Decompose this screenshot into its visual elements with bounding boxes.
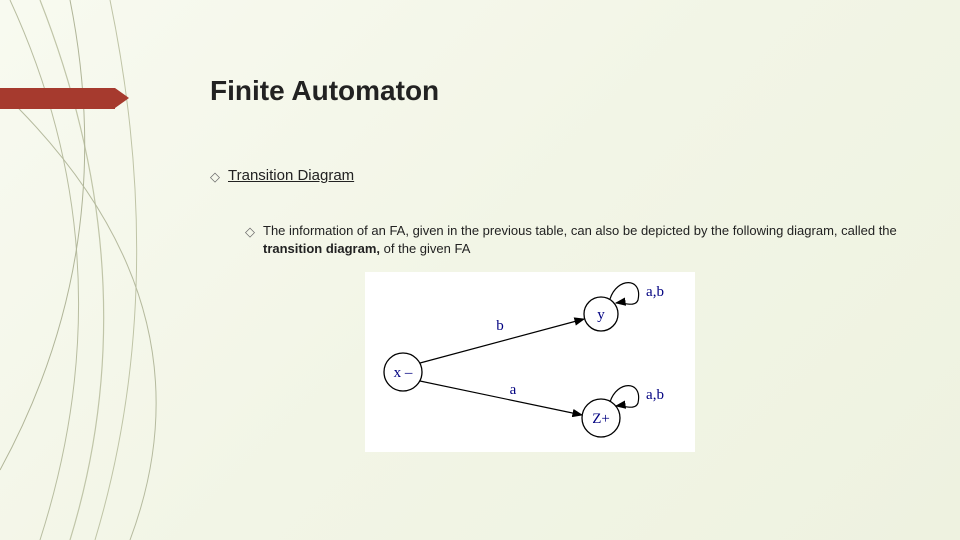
diamond-bullet-icon: ◇ (245, 223, 255, 241)
transition-diagram: x – y Z+ b a a,b a,b (365, 272, 695, 452)
loop-y-label: a,b (646, 284, 664, 300)
accent-triangle (115, 88, 129, 108)
loop-z-label: a,b (646, 387, 664, 403)
edge-x-y-label: b (496, 318, 504, 334)
slide-title: Finite Automaton (210, 75, 900, 107)
diamond-bullet-icon: ◇ (210, 168, 220, 186)
state-x-label: x – (394, 365, 413, 381)
body-text: The information of an FA, given in the p… (263, 222, 900, 258)
loop-y (610, 283, 639, 305)
state-z-label: Z+ (592, 411, 610, 427)
accent-bar (0, 88, 115, 109)
edge-x-z-label: a (510, 382, 517, 398)
section-heading: Transition Diagram (228, 167, 354, 184)
state-y-label: y (597, 307, 605, 323)
edge-x-z (420, 381, 582, 415)
